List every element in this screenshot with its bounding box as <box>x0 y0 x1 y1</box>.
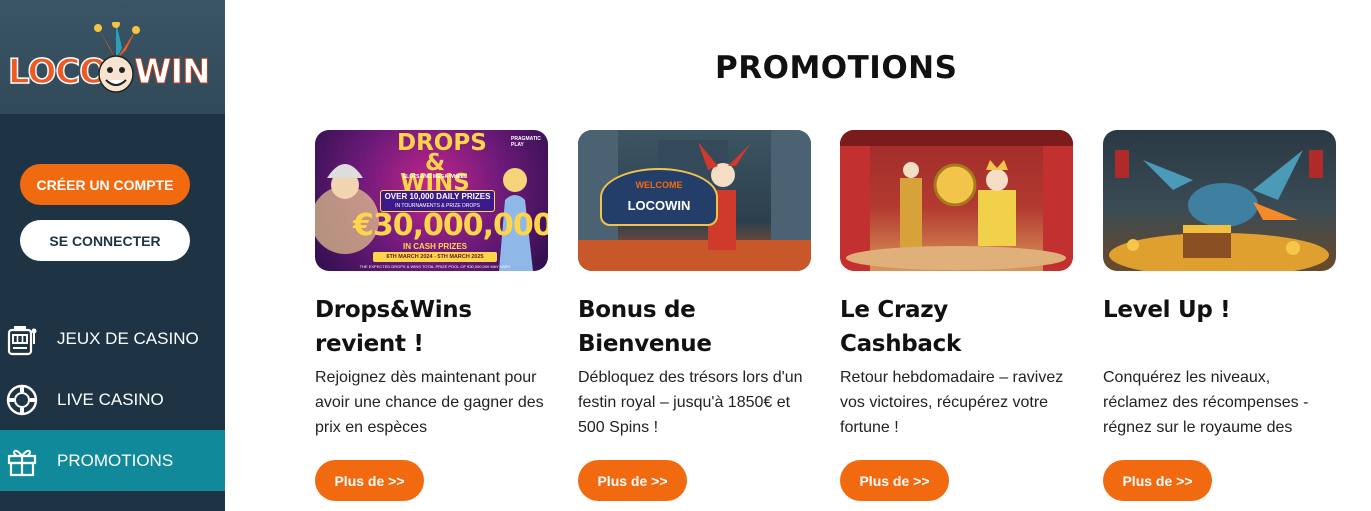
more-button[interactable]: Plus de >> <box>1103 460 1212 501</box>
banner-headline: DROPS & WINS <box>397 130 487 196</box>
locowin-logo[interactable]: LOCO WIN <box>6 22 211 98</box>
card-description: Conquérez les niveaux, réclamez des réco… <box>1103 369 1309 436</box>
gift-icon <box>2 441 42 481</box>
card-description: Débloquez des trésors lors d'un festin r… <box>578 369 803 436</box>
more-button[interactable]: Plus de >> <box>578 460 687 501</box>
fine-print: THE EXPECTED DROPS & WINS TOTAL PRIZE PO… <box>359 264 511 269</box>
card-title: Level Up ! <box>1103 297 1231 323</box>
sidebar-item-live-casino[interactable]: LIVE CASINO <box>0 369 225 430</box>
promo-card-crazy-cashback: Le Crazy Cashback Retour hebdomadaire – … <box>840 130 1073 501</box>
page-title: PROMOTIONS <box>715 50 958 86</box>
crazy-cashback-banner[interactable] <box>840 130 1073 271</box>
slot-machine-icon <box>2 319 42 359</box>
level-up-banner[interactable] <box>1103 130 1336 271</box>
sidebar-item-label: LIVE CASINO <box>57 389 164 409</box>
promo-card-drops-wins: DROPS & WINS SLOTS AND MEGA WHEEL PRAGMA… <box>315 130 548 501</box>
card-description: Rejoignez dès maintenant pour avoir une … <box>315 369 544 436</box>
sidebar: LOCO WIN CRÉER UN COMPTE SE CONNECTER JE… <box>0 0 225 511</box>
promo-card-level-up: Level Up ! Conquérez les niveaux, réclam… <box>1103 130 1336 501</box>
sidebar-item-casino-games[interactable]: JEUX DE CASINO <box>0 308 225 369</box>
card-title: Bonus de Bienvenue <box>578 297 712 357</box>
sidebar-item-label: PROMOTIONS <box>57 450 174 470</box>
promo-dates: 6TH MARCH 2024 - 5TH MARCH 2025 <box>373 252 497 262</box>
promo-card-welcome-bonus: WELCOME LOCOWIN Bonus de Bienvenue Déblo… <box>578 130 811 501</box>
card-title: Drops&Wins revient ! <box>315 297 472 357</box>
sidebar-item-label: JEUX DE CASINO <box>57 328 199 348</box>
card-description: Retour hebdomadaire – ravivez vos victoi… <box>840 369 1064 436</box>
welcome-bonus-banner[interactable]: WELCOME LOCOWIN <box>578 130 811 271</box>
login-button[interactable]: SE CONNECTER <box>20 220 190 261</box>
create-account-button[interactable]: CRÉER UN COMPTE <box>20 164 190 205</box>
sidebar-item-promotions[interactable]: PROMOTIONS <box>0 430 225 491</box>
more-button[interactable]: Plus de >> <box>840 460 949 501</box>
card-title: Le Crazy Cashback <box>840 297 961 357</box>
logo-area: LOCO WIN <box>0 0 225 114</box>
banner-sub: SLOTS AND MEGA WHEEL <box>402 174 468 180</box>
welcome-sign: WELCOME LOCOWIN <box>600 168 718 226</box>
logo-text-win: WIN <box>134 52 212 93</box>
casino-chip-icon <box>2 380 42 420</box>
provider-label: PRAGMATIC PLAY <box>511 136 541 148</box>
more-button[interactable]: Plus de >> <box>315 460 424 501</box>
prize-amount: €30,000,000 <box>353 208 548 243</box>
drops-wins-banner[interactable]: DROPS & WINS SLOTS AND MEGA WHEEL PRAGMA… <box>315 130 548 271</box>
cash-prizes-label: IN CASH PRIZES <box>402 242 467 251</box>
